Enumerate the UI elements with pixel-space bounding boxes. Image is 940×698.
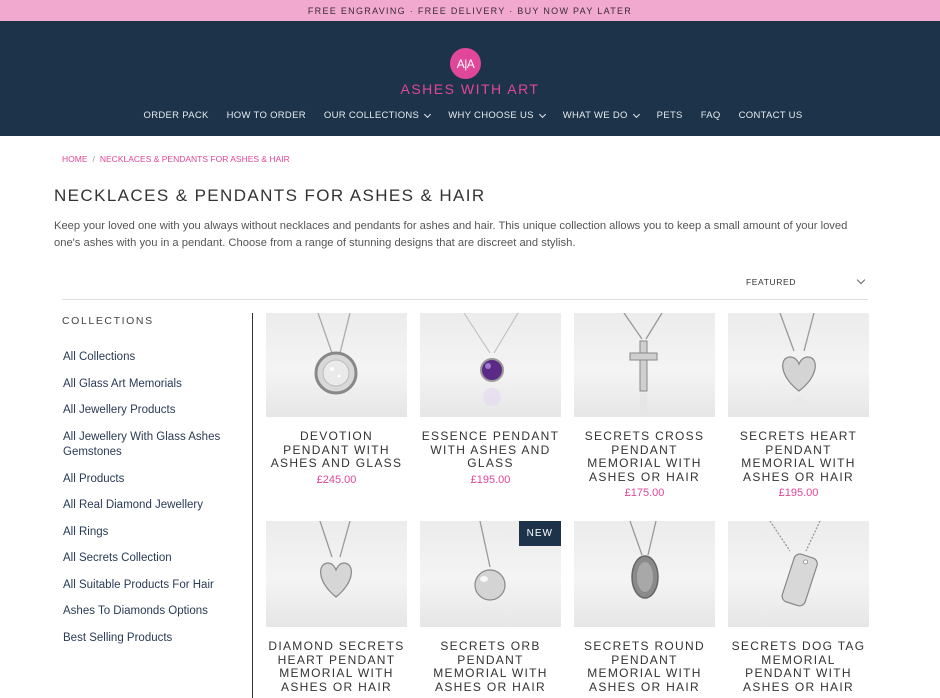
sidebar-item-jewellery-products[interactable]: All Jewellery Products [63, 403, 238, 419]
nav-how-to-order[interactable]: HOW TO ORDER [227, 110, 306, 121]
product-title[interactable]: ESSENCE PENDANT WITH ASHES AND GLASS [420, 429, 561, 471]
nav-pets[interactable]: PETS [657, 110, 683, 121]
round-glass-pendant-icon [314, 313, 358, 395]
nav-what-we-do[interactable]: WHAT WE DO [562, 110, 640, 121]
nav-label: ORDER PACK [143, 110, 209, 121]
breadcrumb-separator: / [92, 154, 95, 164]
heart-pendant-icon [319, 521, 352, 598]
product-card[interactable]: SECRETS DOG TAG MEMORIAL PENDANT WITH AS… [728, 521, 869, 694]
nav-label: HOW TO ORDER [226, 110, 306, 121]
sidebar-collections: All Collections All Glass Art Memorials … [63, 350, 238, 657]
chevron-down-icon [632, 110, 640, 118]
nav-label: FAQ [700, 110, 721, 121]
product-image[interactable] [574, 313, 715, 417]
product-card[interactable]: DIAMOND SECRETS HEART PENDANT MEMORIAL W… [266, 521, 407, 694]
site-header: A|A ASHES WITH ART ORDER PACK HOW TO ORD… [0, 21, 940, 136]
sidebar-item-all-rings[interactable]: All Rings [63, 525, 238, 541]
main-nav: ORDER PACK HOW TO ORDER OUR COLLECTIONS … [0, 110, 940, 121]
sidebar-item-all-products[interactable]: All Products [63, 472, 238, 488]
sidebar-item-all-collections[interactable]: All Collections [63, 350, 238, 366]
sort-select[interactable]: FEATURED [746, 275, 868, 287]
sidebar-item-secrets-collection[interactable]: All Secrets Collection [63, 551, 238, 567]
purple-gem-pendant-icon [463, 313, 519, 406]
nav-label: PETS [656, 110, 683, 121]
nav-why-choose-us[interactable]: WHY CHOOSE US [448, 110, 546, 121]
product-card[interactable]: DEVOTION PENDANT WITH ASHES AND GLASS £2… [266, 313, 407, 486]
product-image[interactable]: NEW [420, 521, 561, 627]
product-title[interactable]: SECRETS ROUND PENDANT MEMORIAL WITH ASHE… [574, 639, 715, 694]
breadcrumb: HOME / NECKLACES & PENDANTS FOR ASHES & … [62, 154, 290, 164]
heart-pendant-icon [779, 313, 816, 413]
product-card[interactable]: ESSENCE PENDANT WITH ASHES AND GLASS £19… [420, 313, 561, 486]
page-description: Keep your loved one with you always with… [54, 220, 848, 249]
product-image[interactable] [728, 521, 869, 627]
product-image[interactable] [420, 313, 561, 417]
product-title[interactable]: SECRETS ORB PENDANT MEMORIAL WITH ASHES … [420, 639, 561, 694]
promo-banner: FREE ENGRAVING · FREE DELIVERY · BUY NOW… [0, 0, 940, 21]
sidebar-title: COLLECTIONS [62, 315, 154, 327]
cross-pendant-icon [623, 313, 663, 413]
logo-text[interactable]: ASHES WITH ART [0, 81, 940, 97]
nav-label: OUR COLLECTIONS [323, 110, 420, 121]
product-card[interactable]: NEW SECRETS ORB PENDANT MEMORIAL WITH AS… [420, 521, 561, 694]
product-price: £245.00 [316, 473, 357, 486]
product-price: £195.00 [778, 487, 819, 499]
nav-our-collections[interactable]: OUR COLLECTIONS [323, 110, 432, 121]
nav-label: CONTACT US [738, 110, 803, 121]
sidebar-divider [252, 313, 253, 698]
product-title[interactable]: SECRETS HEART PENDANT MEMORIAL WITH ASHE… [728, 429, 869, 484]
divider [62, 299, 868, 300]
sidebar-item-suitable-for-hair[interactable]: All Suitable Products For Hair [63, 578, 238, 594]
product-title[interactable]: DIAMOND SECRETS HEART PENDANT MEMORIAL W… [266, 639, 407, 694]
product-title[interactable]: SECRETS CROSS PENDANT MEMORIAL WITH ASHE… [574, 429, 715, 484]
sort-selected-value: FEATURED [746, 277, 796, 287]
nav-label: WHAT WE DO [562, 110, 628, 121]
product-image[interactable] [728, 313, 869, 417]
sidebar-item-ashes-to-diamonds[interactable]: Ashes To Diamonds Options [63, 604, 238, 620]
sidebar-item-glass-art-memorials[interactable]: All Glass Art Memorials [63, 377, 238, 393]
nav-contact-us[interactable]: CONTACT US [739, 110, 803, 121]
nav-order-pack[interactable]: ORDER PACK [144, 110, 209, 121]
product-price: £175.00 [624, 487, 665, 499]
chevron-down-icon [538, 110, 546, 118]
breadcrumb-current[interactable]: NECKLACES & PENDANTS FOR ASHES & HAIR [100, 154, 290, 164]
product-title[interactable]: SECRETS DOG TAG MEMORIAL PENDANT WITH AS… [728, 639, 869, 694]
product-price: £195.00 [470, 473, 511, 486]
nav-label: WHY CHOOSE US [448, 110, 534, 121]
sidebar-item-real-diamond[interactable]: All Real Diamond Jewellery [63, 498, 238, 514]
page-title: NECKLACES & PENDANTS FOR ASHES & HAIR [54, 186, 486, 205]
sidebar-item-jewellery-glass-gemstones[interactable]: All Jewellery With Glass Ashes Gemstones [63, 430, 238, 461]
product-image[interactable] [574, 521, 715, 627]
product-title[interactable]: DEVOTION PENDANT WITH ASHES AND GLASS [266, 429, 407, 471]
logo-mark[interactable]: A|A [450, 48, 481, 79]
round-locket-pendant-icon [629, 521, 659, 599]
promo-text: FREE ENGRAVING · FREE DELIVERY · BUY NOW… [307, 5, 633, 16]
dog-tag-pendant-icon [769, 521, 821, 607]
product-card[interactable]: SECRETS ROUND PENDANT MEMORIAL WITH ASHE… [574, 521, 715, 694]
new-badge: NEW [518, 521, 561, 546]
nav-faq[interactable]: FAQ [701, 110, 721, 121]
product-card[interactable]: SECRETS HEART PENDANT MEMORIAL WITH ASHE… [728, 313, 869, 499]
product-card[interactable]: SECRETS CROSS PENDANT MEMORIAL WITH ASHE… [574, 313, 715, 499]
chevron-down-icon [424, 110, 432, 118]
product-image[interactable] [266, 521, 407, 627]
breadcrumb-home[interactable]: HOME [62, 154, 88, 164]
sidebar-item-best-selling[interactable]: Best Selling Products [63, 631, 238, 647]
chevron-down-icon [856, 275, 866, 285]
product-image[interactable] [266, 313, 407, 417]
